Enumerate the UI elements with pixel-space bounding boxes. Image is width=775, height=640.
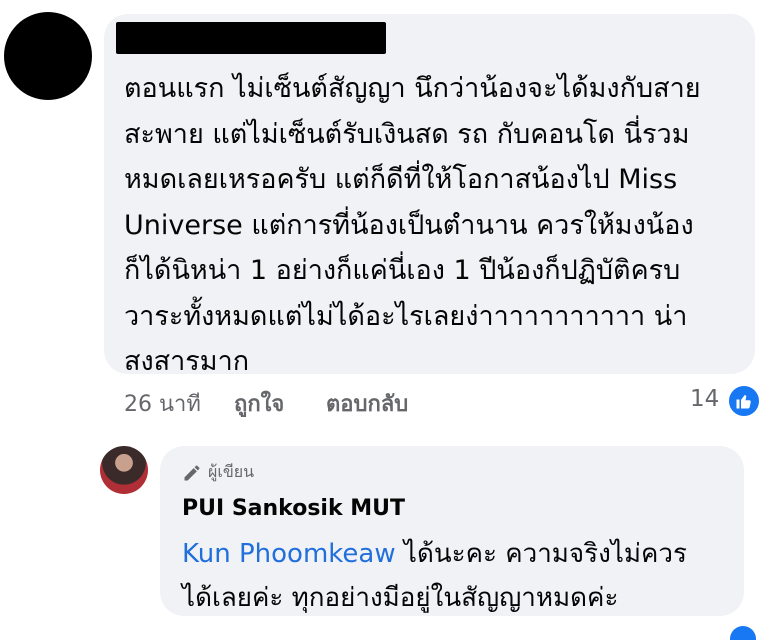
commenter-avatar[interactable] bbox=[4, 12, 92, 100]
author-avatar[interactable] bbox=[100, 446, 148, 494]
partial-reaction-icon bbox=[730, 626, 756, 640]
comment-text: ตอนแรก ไม่เซ็นต์สัญญา นึกว่าน้องจะได้มงก… bbox=[124, 73, 701, 377]
author-badge-label: ผู้เขียน bbox=[208, 462, 255, 481]
reply-author-name[interactable]: PUI Sankosik MUT bbox=[182, 496, 405, 521]
like-button[interactable]: ถูกใจ bbox=[234, 386, 284, 421]
pencil-icon bbox=[184, 465, 200, 480]
thumbs-up-icon[interactable] bbox=[727, 384, 761, 418]
reply-bubble: ผู้เขียน PUI Sankosik MUT Kun Phoomkeaw … bbox=[160, 446, 744, 616]
reply-text: Kun Phoomkeaw ได้นะคะ ความจริงไม่ควร ได้… bbox=[182, 532, 732, 620]
reaction-count[interactable]: 14 bbox=[690, 386, 719, 412]
redacted-name bbox=[116, 22, 386, 54]
comment-bubble: ตอนแรก ไม่เซ็นต์สัญญา นึกว่าน้องจะได้มงก… bbox=[104, 14, 755, 377]
mention-link[interactable]: Kun Phoomkeaw bbox=[182, 539, 396, 569]
reply-button[interactable]: ตอบกลับ bbox=[326, 386, 408, 421]
comment-time[interactable]: 26 นาที bbox=[124, 386, 201, 421]
author-badge: ผู้เขียน bbox=[182, 460, 254, 485]
